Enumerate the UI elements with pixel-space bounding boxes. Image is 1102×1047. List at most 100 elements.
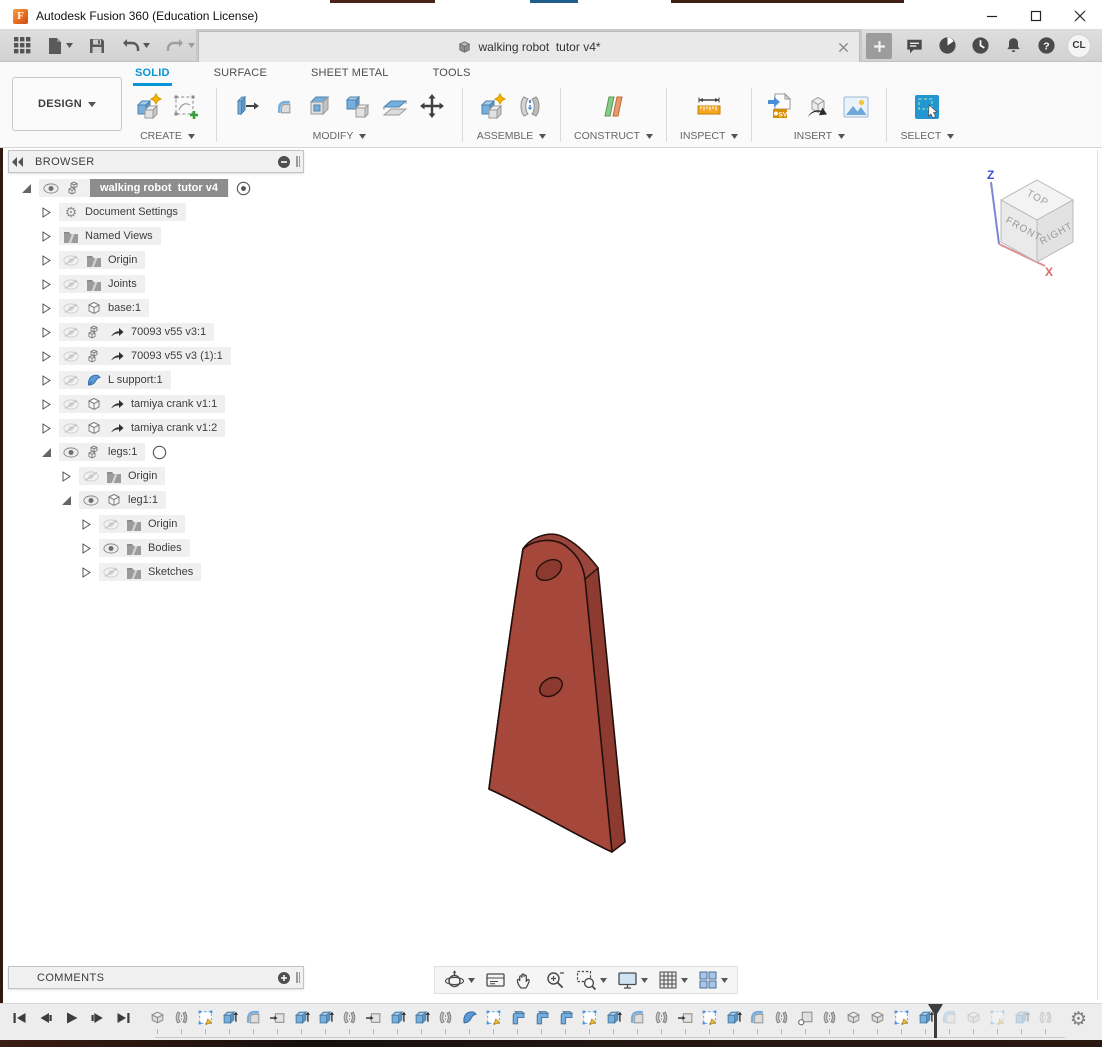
fit-button[interactable] xyxy=(571,968,612,992)
browser-node-label[interactable]: Bodies xyxy=(148,542,182,554)
document-tab[interactable]: walking robot tutor v4* xyxy=(198,31,860,62)
browser-node-label[interactable]: base:1 xyxy=(108,302,141,314)
expand-arrow-icon[interactable] xyxy=(80,566,93,579)
expand-arrow-icon[interactable] xyxy=(40,374,53,387)
zoom-button[interactable] xyxy=(540,968,571,992)
timeline-feature-fillet[interactable] xyxy=(625,1007,649,1037)
timeline-feature-extrude[interactable] xyxy=(601,1007,625,1037)
ribbon-icon-joint[interactable] xyxy=(513,88,547,126)
save-button[interactable] xyxy=(81,33,113,59)
go-to-beginning-button[interactable] xyxy=(10,1009,28,1027)
timeline-feature-joint[interactable] xyxy=(433,1007,457,1037)
maximize-button[interactable] xyxy=(1014,3,1058,29)
ribbon-group-label[interactable]: INSERT xyxy=(794,130,845,142)
timeline-feature-body[interactable] xyxy=(961,1007,985,1037)
browser-node-label[interactable]: 70093 v55 v3:1 xyxy=(131,326,206,338)
browser-node-label[interactable]: Origin xyxy=(128,470,157,482)
visibility-eye-off-icon[interactable] xyxy=(62,421,80,435)
visibility-eye-icon[interactable] xyxy=(82,493,100,507)
timeline-feature-extrude[interactable] xyxy=(721,1007,745,1037)
ribbon-icon-new-component[interactable] xyxy=(132,88,166,126)
browser-node-label[interactable]: walking robot tutor v4 xyxy=(90,179,228,197)
ribbon-group-label[interactable]: INSPECT xyxy=(680,130,739,142)
comments-panel-button[interactable] xyxy=(898,33,931,59)
visibility-eye-off-icon[interactable] xyxy=(82,469,100,483)
timeline-feature-body[interactable] xyxy=(145,1007,169,1037)
go-to-end-button[interactable] xyxy=(114,1009,132,1027)
expand-arrow-icon[interactable] xyxy=(40,350,53,363)
timeline-feature-extrude[interactable] xyxy=(1009,1007,1033,1037)
expand-arrow-icon[interactable] xyxy=(40,398,53,411)
ribbon-icon-offset-face[interactable] xyxy=(378,88,412,126)
ribbon-group-label[interactable]: MODIFY xyxy=(313,130,367,142)
browser-node-label[interactable]: Joints xyxy=(108,278,137,290)
visibility-eye-icon[interactable] xyxy=(42,181,60,195)
timeline-feature-body[interactable] xyxy=(841,1007,865,1037)
collapse-arrow-icon[interactable] xyxy=(60,494,73,507)
help-button[interactable]: ? xyxy=(1030,33,1063,59)
browser-node-label[interactable]: tamiya crank v1:1 xyxy=(131,398,217,410)
panel-drag-grip[interactable] xyxy=(293,153,303,171)
timeline-feature-sketch[interactable] xyxy=(193,1007,217,1037)
timeline-feature-extrude[interactable] xyxy=(313,1007,337,1037)
timeline-feature-sweep[interactable] xyxy=(553,1007,577,1037)
orbit-button[interactable] xyxy=(439,968,480,992)
visibility-eye-off-icon[interactable] xyxy=(62,277,80,291)
ribbon-group-label[interactable]: CREATE xyxy=(140,130,195,142)
display-settings-button[interactable] xyxy=(612,968,653,992)
viewcube[interactable]: Z X TOP FRONT RIGHT xyxy=(983,166,1098,281)
visibility-eye-off-icon[interactable] xyxy=(62,397,80,411)
browser-node-label[interactable]: Origin xyxy=(108,254,137,266)
timeline-feature-sketch[interactable] xyxy=(985,1007,1009,1037)
browser-node-label[interactable]: Sketches xyxy=(148,566,193,578)
visibility-eye-icon[interactable] xyxy=(62,445,80,459)
file-menu-button[interactable] xyxy=(39,33,81,59)
timeline-feature-fillet[interactable] xyxy=(241,1007,265,1037)
visibility-eye-off-icon[interactable] xyxy=(62,373,80,387)
ribbon-icon-press-pull[interactable] xyxy=(230,88,264,126)
timeline-feature-derive[interactable] xyxy=(265,1007,289,1037)
ribbon-tab-solid[interactable]: SOLID xyxy=(133,64,172,86)
timeline-feature-sketch[interactable] xyxy=(577,1007,601,1037)
browser-node-label[interactable]: Named Views xyxy=(85,230,153,242)
timeline-feature-extrude[interactable] xyxy=(289,1007,313,1037)
timeline-feature-body[interactable] xyxy=(865,1007,889,1037)
timeline-feature-derive[interactable] xyxy=(673,1007,697,1037)
ribbon-icon-canvas-image[interactable] xyxy=(839,88,873,126)
timeline-settings-gear-icon[interactable]: ⚙ xyxy=(1070,1010,1087,1029)
workspace-selector[interactable]: DESIGN xyxy=(12,77,122,131)
ribbon-icon-select[interactable] xyxy=(910,88,944,126)
model-leg-body[interactable] xyxy=(455,515,655,865)
remove-panel-icon[interactable] xyxy=(275,153,293,171)
visibility-eye-off-icon[interactable] xyxy=(62,349,80,363)
ribbon-icon-move[interactable] xyxy=(415,88,449,126)
expand-arrow-icon[interactable] xyxy=(40,422,53,435)
expand-arrow-icon[interactable] xyxy=(40,206,53,219)
ribbon-icon-insert-mesh[interactable] xyxy=(802,88,836,126)
activate-component-radio[interactable] xyxy=(152,445,167,460)
ribbon-icon-combine[interactable] xyxy=(341,88,375,126)
browser-panel-header[interactable]: BROWSER xyxy=(8,150,304,173)
visibility-eye-off-icon[interactable] xyxy=(62,301,80,315)
expand-arrow-icon[interactable] xyxy=(40,230,53,243)
recent-activity-button[interactable] xyxy=(964,33,997,59)
browser-node-label[interactable]: L support:1 xyxy=(108,374,163,386)
timeline-feature-joint[interactable] xyxy=(817,1007,841,1037)
notifications-button[interactable] xyxy=(997,33,1030,59)
look-at-button[interactable] xyxy=(480,968,511,992)
expand-arrow-icon[interactable] xyxy=(80,542,93,555)
ribbon-tab-sheet-metal[interactable]: SHEET METAL xyxy=(309,64,391,86)
expand-arrow-icon[interactable] xyxy=(60,470,73,483)
browser-node-label[interactable]: tamiya crank v1:2 xyxy=(131,422,217,434)
account-avatar[interactable]: CL xyxy=(1067,34,1091,58)
grid-snap-settings-button[interactable] xyxy=(653,968,693,992)
activate-component-radio-on[interactable] xyxy=(236,181,251,196)
ribbon-group-label[interactable]: SELECT xyxy=(900,130,954,142)
timeline-playhead[interactable] xyxy=(927,1004,944,1039)
ribbon-group-label[interactable]: CONSTRUCT xyxy=(574,130,653,142)
close-tab-icon[interactable] xyxy=(835,39,851,55)
panel-drag-grip[interactable] xyxy=(293,969,303,987)
close-button[interactable] xyxy=(1058,3,1102,29)
ribbon-group-label[interactable]: ASSEMBLE xyxy=(477,130,547,142)
ribbon-icon-assemble-component[interactable] xyxy=(476,88,510,126)
